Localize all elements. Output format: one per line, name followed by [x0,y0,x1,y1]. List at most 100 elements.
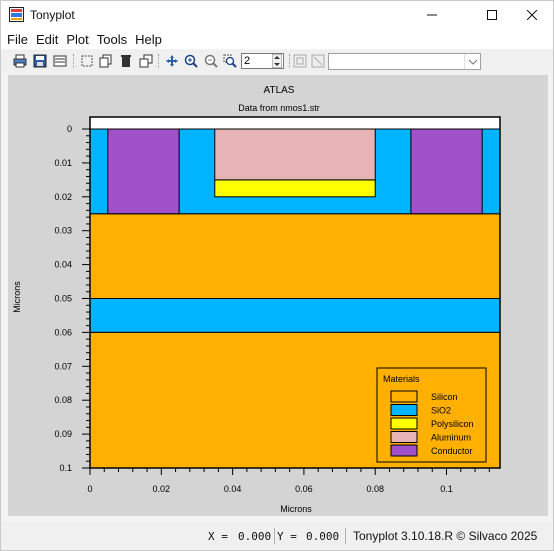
chart-title: ATLAS [264,85,295,96]
print-button[interactable] [13,54,27,68]
delete-button[interactable] [119,54,133,68]
region-silicon [89,213,501,299]
overlay-button[interactable] [293,54,307,68]
structure-chart[interactable]: ATLAS Data from nmos1.str 00.010.020.030… [8,75,548,516]
plot-area[interactable]: ATLAS Data from nmos1.str 0 0.01 0.02 0.03 0… [8,75,548,516]
menu-edit[interactable]: Edit [36,32,58,47]
air-region [89,116,501,130]
legend-entry: Polysilicon [431,419,474,429]
x-axis-label: Microns [280,504,312,514]
y-tick-label: 0.06 [54,327,72,337]
zoom-box-button[interactable] [223,54,237,68]
select-button[interactable] [80,54,94,68]
zoom-out-button[interactable] [204,54,218,68]
region-aluminum [214,128,376,181]
close-button[interactable] [509,1,554,29]
export-button[interactable] [53,54,67,68]
legend-swatch [390,431,418,443]
region-conductor [410,128,483,215]
x-tick-label: 0.02 [153,484,171,494]
menu-plot[interactable]: Plot [66,32,88,47]
legend-swatch [390,417,418,430]
chevron-down-icon [464,54,480,69]
toolbar-separator [73,54,74,68]
region-polysilicon [214,179,376,198]
x-coordinate-label: X = [208,530,228,543]
menu-bar: File Edit Plot Tools Help [1,29,553,49]
y-axis: 0 0.01 0.02 0.03 0.04 0.05 0.06 0.07 0.08 0.09 0.1 [54,124,91,473]
toolbar-separator [289,54,290,68]
x-tick-label: 0 [87,484,92,494]
save-button[interactable] [33,54,47,68]
legend-title: Materials [383,374,420,384]
copy-icon [99,54,112,68]
close-icon [527,10,537,20]
minimize-icon [427,14,437,16]
region-sio2 [89,298,501,333]
chart-subtitle: Data from nmos1.str [238,103,320,113]
toolbar [1,50,553,72]
legend-swatch [390,404,418,416]
y-tick-label: 0.05 [54,294,72,304]
legend-swatch [390,444,418,457]
title-bar: Tonyplot [1,1,553,29]
copy-button[interactable] [99,54,113,68]
print-icon [13,54,27,68]
x-axis: 0 0.02 0.04 0.06 0.08 0.1 [87,467,500,494]
legend-entry: Silicon [431,392,458,402]
chart-legend: Materials Silicon SiO2 Polysilicon Aluminum… [376,367,487,463]
pan-icon [166,55,178,67]
x-coordinate-value: 0.000 [238,530,272,543]
y-coordinate-label: Y = [277,530,297,543]
minimize-button[interactable] [409,1,455,29]
y-tick-label: 0.01 [54,158,72,168]
y-tick-label: 0.03 [54,226,72,236]
y-tick-label: 0.07 [54,361,72,371]
export-icon [53,55,67,67]
menu-tools[interactable]: Tools [97,32,127,47]
duplicate-button[interactable] [139,54,153,68]
unoverlay-button[interactable] [311,54,325,68]
save-icon [33,54,47,68]
version-credit: Tonyplot 3.10.18.R © Silvaco 2025 [353,529,538,543]
zoom-out-icon [204,54,218,68]
duplicate-icon [139,54,153,68]
status-separator [345,528,346,544]
tonyplot-window: Tonyplot File Edit Plot Tools Help 2 ATL… [0,0,554,551]
menu-help[interactable]: Help [135,32,162,47]
zoom-in-button[interactable] [184,54,198,68]
y-coordinate-value: 0.000 [306,530,340,543]
y-axis-label: Microns [12,281,22,313]
status-bar: X = 0.000 Y = 0.000 Tonyplot 3.10.18.R ©… [1,522,553,550]
legend-entry: Conductor [431,446,473,456]
y-tick-label: 0.04 [54,260,72,270]
x-tick-label: 0.04 [224,484,242,494]
zoom-spinner[interactable] [272,54,282,68]
plot-select-dropdown[interactable] [328,53,481,70]
window-title: Tonyplot [30,8,75,22]
x-tick-label: 0.08 [366,484,384,494]
y-tick-label: 0 [67,124,72,134]
pan-button[interactable] [165,54,179,68]
select-icon [81,55,93,67]
x-tick-label: 0.1 [440,484,453,494]
legend-entry: Aluminum [431,433,471,443]
menu-file[interactable]: File [7,32,28,47]
toolbar-separator [158,54,159,68]
legend-entry: SiO2 [431,406,451,416]
y-tick-label: 0.1 [59,463,72,473]
overlay-icon [293,54,307,68]
status-separator [274,528,275,544]
region-conductor [107,128,180,215]
y-tick-label: 0.08 [54,395,72,405]
legend-swatch [390,390,418,403]
zoom-box-icon [223,54,237,68]
tonyplot-app-icon [9,7,24,22]
x-tick-label: 0.06 [295,484,313,494]
delete-icon [121,55,131,67]
unoverlay-icon [311,54,325,68]
zoom-in-icon [184,54,198,68]
y-tick-label: 0.09 [54,429,72,439]
y-tick-label: 0.02 [54,192,72,202]
maximize-icon [487,10,497,20]
